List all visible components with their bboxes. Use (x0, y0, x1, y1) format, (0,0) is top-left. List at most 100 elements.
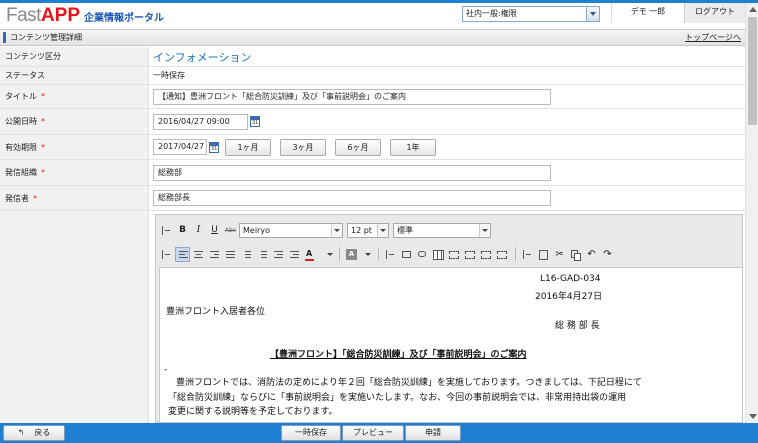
expiry-6month-button[interactable]: 6ヶ月 (335, 138, 381, 156)
app-header: Fast APP 企業情報ポータル 社内一般:権限 デモ 一郎 ログアウト (0, 3, 745, 29)
row-org: 発信組織 * 総務部 (0, 160, 745, 186)
save-temp-button[interactable]: 一時保存 (281, 425, 341, 441)
expiry-label: 有効期限 * (0, 135, 149, 159)
calendar-icon[interactable] (250, 116, 260, 127)
page-title: コンテンツ管理詳細 (10, 33, 82, 42)
toolbar-separator (339, 247, 340, 261)
org-label: 発信組織 * (0, 160, 149, 185)
justify-icon[interactable] (223, 247, 238, 262)
scroll-down-icon[interactable] (746, 410, 758, 423)
align-right-icon[interactable] (207, 247, 222, 262)
role-select[interactable]: 社内一般:権限 (462, 6, 600, 22)
org-input[interactable]: 総務部 (153, 164, 551, 181)
align-center-icon[interactable] (191, 247, 206, 262)
logo-app-text: APP (40, 5, 81, 26)
font-size-select[interactable]: 12 pt (347, 222, 389, 238)
publish-label: 公開日時 * (0, 109, 149, 134)
publish-datetime-input[interactable]: 2016/04/27 09:00 (153, 113, 248, 130)
expiry-date-input[interactable]: 2017/04/27 (153, 139, 207, 155)
scroll-thumb[interactable] (748, 17, 757, 125)
doc-reference-number: L16-GAD-034 (540, 274, 601, 284)
cut-icon[interactable]: ✂ (552, 247, 567, 262)
chevron-down-icon[interactable] (331, 223, 342, 237)
chevron-down-icon[interactable] (479, 223, 490, 237)
outdent-icon[interactable] (271, 247, 286, 262)
row-sender: 発信者 * 総務部長 (0, 186, 745, 211)
align-left-icon[interactable] (175, 246, 190, 262)
merge-cells-icon[interactable] (479, 247, 494, 262)
split-cells-icon[interactable] (495, 247, 510, 262)
italic-icon[interactable]: I (191, 223, 206, 238)
publish-label-text: 公開日時 (5, 117, 37, 126)
back-button[interactable]: ↰ 戻る (3, 425, 65, 441)
paste-icon[interactable] (536, 247, 551, 262)
expiry-1year-button[interactable]: 1年 (390, 138, 436, 156)
expiry-label-text: 有効期限 (5, 142, 37, 152)
sender-label-text: 発信者 (5, 193, 29, 203)
logout-button[interactable]: ログアウト (684, 3, 745, 23)
required-mark: * (33, 193, 37, 203)
required-mark: * (41, 92, 45, 101)
page-scrollbar[interactable] (745, 3, 758, 423)
title-input[interactable]: 【通知】豊洲フロント「総合防災訓練」及び「事前説明会」のご案内 (153, 88, 551, 105)
redo-icon[interactable]: ↷ (600, 247, 615, 262)
preview-button[interactable]: プレビュー (342, 425, 404, 441)
doc-body-line-2: 「総合防災訓練」ならびに「事前説明会」を実施いたします。なお、今回の事前説明会で… (168, 393, 627, 403)
doc-date: 2016年4月27日 (535, 292, 603, 302)
font-color-icon[interactable]: A (303, 247, 325, 262)
insert-column-icon[interactable] (463, 247, 478, 262)
calendar-icon[interactable] (209, 141, 219, 153)
apply-button[interactable]: 申請 (405, 425, 461, 441)
logo-portal-text: 企業情報ポータル (84, 13, 165, 24)
image-icon[interactable] (399, 247, 414, 262)
editor-toolbar-1: B I U Abc Meiryo 12 pt 標準 (159, 220, 491, 240)
underline-icon[interactable]: U (207, 223, 222, 238)
app-logo[interactable]: Fast APP 企業情報ポータル (6, 5, 164, 27)
editor-document[interactable]: L16-GAD-034 2016年4月27日 豊洲フロント入居者各位 総 務 部… (159, 267, 742, 422)
strikethrough-icon[interactable]: Abc (223, 223, 238, 238)
scroll-up-icon[interactable] (746, 3, 758, 16)
body-label (0, 211, 149, 423)
background-color-icon[interactable]: A (344, 247, 362, 262)
user-name: デモ 一郎 (611, 3, 684, 23)
top-page-link[interactable]: トップページへ (685, 30, 741, 45)
toolbar-separator (378, 247, 379, 261)
link-icon[interactable] (415, 247, 430, 262)
page-titlebar: コンテンツ管理詳細 トップページへ (0, 29, 745, 46)
indent-icon[interactable] (287, 247, 302, 262)
role-select-value: 社内一般:権限 (466, 9, 517, 18)
chevron-down-icon[interactable] (586, 7, 599, 21)
doc-dash: - (164, 365, 168, 375)
toolbar-grip-icon (520, 247, 535, 262)
bold-icon[interactable]: B (175, 223, 190, 238)
row-category: コンテンツ区分 インフォメーション (0, 47, 745, 67)
font-family-select[interactable]: Meiryo (239, 222, 343, 238)
insert-row-icon[interactable] (447, 247, 462, 262)
row-expiry: 有効期限 * 2017/04/27 1ヶ月 3ヶ月 6ヶ月 1年 (0, 135, 745, 160)
chevron-down-icon[interactable] (363, 247, 373, 262)
status-label: ステータス (0, 67, 149, 84)
toolbar-grip-icon (383, 247, 398, 262)
table-icon[interactable] (431, 247, 446, 262)
undo-icon[interactable]: ↶ (584, 247, 599, 262)
expiry-3month-button[interactable]: 3ヶ月 (280, 138, 326, 156)
copy-icon[interactable] (568, 247, 583, 262)
bullet-list-icon[interactable] (239, 247, 254, 262)
doc-heading: 【豊洲フロント】「総合防災訓練」及び「事前説明会」のご案内 (270, 350, 527, 360)
title-label: タイトル * (0, 85, 149, 108)
back-arrow-icon: ↰ (17, 428, 25, 437)
expiry-1month-button[interactable]: 1ヶ月 (225, 138, 271, 156)
chevron-down-icon[interactable] (377, 223, 388, 237)
font-size-value: 12 pt (351, 225, 372, 235)
sender-input[interactable]: 総務部長 (153, 190, 551, 206)
status-value: 一時保存 (153, 71, 185, 80)
title-label-text: タイトル (5, 92, 37, 101)
chevron-down-icon[interactable] (326, 247, 334, 262)
row-publish: 公開日時 * 2016/04/27 09:00 (0, 109, 745, 135)
paragraph-style-select[interactable]: 標準 (393, 222, 491, 238)
row-status: ステータス 一時保存 (0, 67, 745, 85)
category-label: コンテンツ区分 (0, 47, 149, 66)
org-label-text: 発信組織 (5, 168, 37, 177)
logo-fast-text: Fast (6, 5, 41, 26)
numbered-list-icon[interactable] (255, 247, 270, 262)
